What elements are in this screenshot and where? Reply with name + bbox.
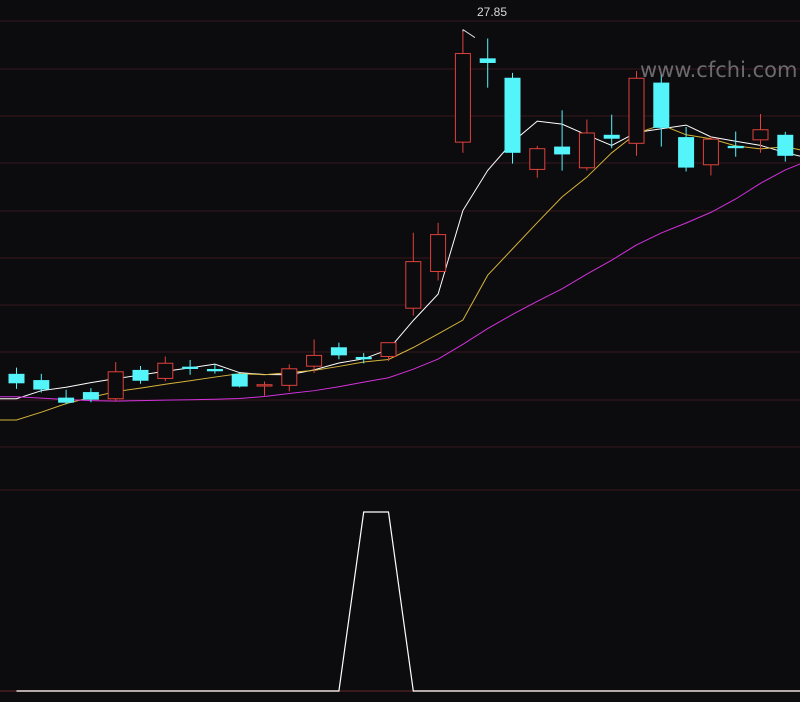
candle-body-down bbox=[653, 83, 669, 128]
grid-lines bbox=[0, 21, 800, 691]
candle-body-down bbox=[554, 147, 570, 155]
candle bbox=[108, 362, 123, 401]
candle-body-up bbox=[406, 262, 421, 309]
candle-body-up bbox=[282, 369, 297, 386]
candle bbox=[480, 38, 496, 87]
candle bbox=[331, 343, 347, 360]
high-annotation-leader bbox=[463, 30, 475, 38]
candle-body-down bbox=[777, 135, 793, 156]
candle bbox=[579, 120, 594, 171]
candle-body-down bbox=[83, 392, 99, 400]
candle bbox=[406, 233, 421, 316]
candle-body-down bbox=[604, 135, 620, 139]
candle-body-down bbox=[182, 367, 198, 369]
candle bbox=[133, 366, 149, 384]
candle bbox=[455, 32, 470, 153]
candle-body-down bbox=[356, 357, 372, 359]
candle-body-up bbox=[158, 363, 173, 378]
candle bbox=[381, 343, 396, 361]
candle-body-down bbox=[728, 146, 744, 148]
high-annotation bbox=[463, 30, 475, 38]
candle-body-down bbox=[33, 380, 49, 389]
candle bbox=[530, 146, 545, 178]
candle bbox=[182, 360, 198, 375]
candle bbox=[505, 73, 521, 164]
ma-line-magenta bbox=[0, 160, 800, 401]
candle-body-down bbox=[133, 370, 149, 381]
candle-body-down bbox=[331, 347, 347, 355]
candle bbox=[777, 132, 793, 162]
candle bbox=[158, 357, 173, 382]
candle-body-up bbox=[703, 139, 718, 165]
candle bbox=[58, 390, 74, 405]
candle-body-down bbox=[58, 398, 74, 403]
chart-canvas bbox=[0, 0, 800, 697]
candle-body-up bbox=[579, 133, 594, 168]
candle-body-up bbox=[753, 130, 768, 140]
candle-body-down bbox=[678, 137, 694, 167]
candle-body-down bbox=[480, 58, 496, 63]
candle bbox=[703, 137, 718, 176]
candle bbox=[9, 368, 25, 389]
candle bbox=[678, 127, 694, 172]
candle-body-up bbox=[629, 78, 644, 143]
candle-body-up bbox=[530, 149, 545, 170]
indicator-line bbox=[17, 512, 800, 691]
candle bbox=[257, 381, 272, 395]
candle bbox=[431, 223, 446, 281]
candle bbox=[629, 71, 644, 156]
candle-body-up bbox=[307, 355, 322, 366]
candle bbox=[554, 110, 570, 170]
stock-chart: www.cfchi.com 27.85 bbox=[0, 0, 800, 697]
candlestick-series bbox=[9, 32, 800, 405]
candle-body-down bbox=[232, 374, 248, 387]
candle-body-up bbox=[257, 385, 272, 386]
candle bbox=[282, 364, 297, 391]
candle-body-down bbox=[9, 374, 25, 383]
watermark-text: www.cfchi.com bbox=[640, 58, 797, 82]
candle-body-up bbox=[381, 343, 396, 357]
candle-body-up bbox=[431, 235, 446, 272]
candle-body-up bbox=[455, 54, 470, 143]
candle-body-up bbox=[108, 372, 123, 399]
candle-body-down bbox=[505, 78, 521, 153]
candle bbox=[307, 339, 322, 372]
candle bbox=[653, 75, 669, 147]
high-price-label: 27.85 bbox=[477, 5, 507, 19]
candle-body-down bbox=[207, 369, 223, 371]
indicator-panel bbox=[17, 512, 800, 691]
candle bbox=[232, 373, 248, 388]
